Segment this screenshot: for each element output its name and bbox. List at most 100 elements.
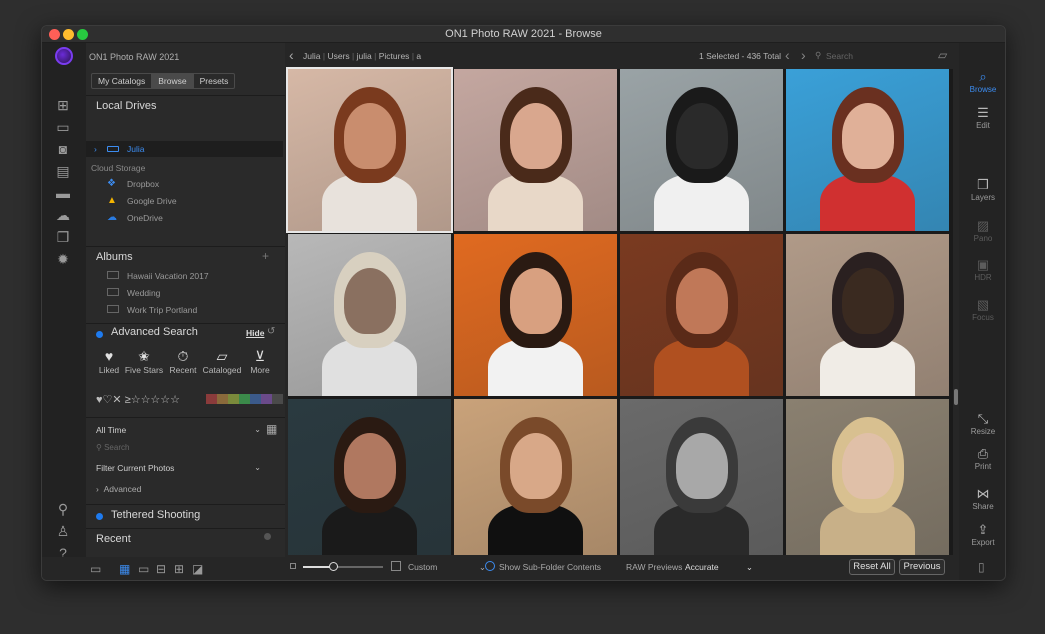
module-hdr[interactable]: ▣ HDR bbox=[959, 257, 1005, 282]
previous-photo-icon[interactable]: ‹ bbox=[785, 47, 790, 63]
previous-button[interactable]: Previous bbox=[899, 559, 945, 575]
display-icon[interactable]: ▭ bbox=[90, 562, 101, 576]
right-panel-toggle-icon[interactable]: ▯ bbox=[978, 560, 985, 574]
album-item[interactable]: Wedding bbox=[86, 285, 283, 301]
breadcrumb-item[interactable]: Users bbox=[327, 51, 349, 61]
subfolder-toggle[interactable] bbox=[485, 561, 495, 571]
add-album-icon[interactable]: + bbox=[262, 249, 269, 263]
module-export[interactable]: ⇪ Export bbox=[959, 522, 1005, 547]
scroll-thumb[interactable] bbox=[954, 389, 958, 405]
add-icon[interactable]: ⊞ bbox=[53, 96, 73, 114]
back-arrow-icon[interactable]: ‹ bbox=[289, 47, 294, 63]
reset-all-button[interactable]: Reset All bbox=[849, 559, 895, 575]
photo-thumbnail[interactable] bbox=[288, 399, 451, 561]
breadcrumb-item[interactable]: a bbox=[416, 51, 421, 61]
lightbulb-icon[interactable]: ✹ bbox=[53, 250, 73, 268]
photo-thumbnail[interactable] bbox=[288, 234, 451, 396]
album-item[interactable]: Hawaii Vacation 2017 bbox=[86, 268, 283, 284]
album-icon bbox=[107, 305, 119, 313]
search-cataloged-button[interactable]: ▱ Cataloged bbox=[201, 347, 243, 375]
color-swatch[interactable] bbox=[250, 394, 261, 404]
module-layers[interactable]: ❒ Layers bbox=[959, 177, 1005, 202]
raw-previews-value: Accurate bbox=[685, 562, 719, 572]
module-resize[interactable]: ⤡ Resize bbox=[959, 411, 1005, 436]
breadcrumb-item[interactable]: julia bbox=[357, 51, 372, 61]
cloud-item-dropbox[interactable]: ❖ Dropbox bbox=[86, 176, 283, 192]
calendar-icon[interactable]: ▦ bbox=[266, 422, 277, 436]
photo-thumbnail[interactable] bbox=[786, 399, 949, 561]
photo-thumbnail[interactable] bbox=[620, 69, 783, 231]
albums-icon[interactable]: ❐ bbox=[53, 228, 73, 246]
compare-view-icon[interactable]: ⊞ bbox=[174, 562, 184, 576]
search-recent-button[interactable]: ⏱ Recent bbox=[165, 347, 201, 375]
cloud-icon[interactable]: ☁ bbox=[53, 206, 73, 224]
cloud-item-google-drive[interactable]: ▲ Google Drive bbox=[86, 193, 283, 209]
tethered-shooting-title[interactable]: Tethered Shooting bbox=[111, 509, 200, 521]
raw-previews-dropdown[interactable]: Accurate ⌄ bbox=[685, 562, 753, 572]
detail-view-icon[interactable]: ▭ bbox=[138, 562, 149, 576]
map-view-icon[interactable]: ◪ bbox=[192, 562, 203, 576]
photo-thumbnail[interactable] bbox=[620, 234, 783, 396]
camera-icon[interactable]: ◙ bbox=[53, 140, 73, 158]
next-photo-icon[interactable]: › bbox=[801, 47, 806, 63]
cloud-item-onedrive[interactable]: ☁ OneDrive bbox=[86, 210, 283, 226]
photo-thumbnail[interactable] bbox=[786, 234, 949, 396]
drive-icon[interactable]: ▬ bbox=[53, 184, 73, 202]
module-browse[interactable]: ⌕ Browse bbox=[959, 69, 1005, 94]
advanced-expander[interactable]: › Advanced bbox=[96, 484, 141, 494]
color-swatch[interactable] bbox=[217, 394, 228, 404]
rating-filter[interactable]: ♥♡✕ ≥☆☆☆☆☆ bbox=[96, 393, 180, 406]
tethered-dot bbox=[96, 513, 103, 520]
breadcrumb-item[interactable]: Pictures bbox=[379, 51, 410, 61]
folder-search-icon[interactable]: ▤ bbox=[53, 162, 73, 180]
monitor-icon[interactable]: ▭ bbox=[53, 118, 73, 136]
photo-thumbnail[interactable] bbox=[620, 399, 783, 561]
photo-thumbnail[interactable] bbox=[786, 69, 949, 231]
thumbnail-size-slider[interactable] bbox=[303, 562, 383, 571]
recent-title[interactable]: Recent bbox=[96, 533, 131, 545]
color-swatch[interactable] bbox=[272, 394, 283, 404]
module-pano[interactable]: ▨ Pano bbox=[959, 218, 1005, 243]
tethered-camera-icon[interactable]: ⚲ bbox=[53, 500, 73, 518]
search-liked-button[interactable]: ♥ Liked bbox=[91, 347, 127, 375]
photo-thumbnail[interactable] bbox=[454, 399, 617, 561]
module-label: Export bbox=[971, 538, 995, 547]
slider-handle[interactable] bbox=[329, 562, 338, 571]
hide-button[interactable]: Hide bbox=[246, 328, 264, 338]
color-swatch[interactable] bbox=[261, 394, 272, 404]
filmstrip-view-icon[interactable]: ⊟ bbox=[156, 562, 166, 576]
breadcrumb-item[interactable]: Julia bbox=[303, 51, 320, 61]
color-swatch[interactable] bbox=[239, 394, 250, 404]
color-label-filter[interactable] bbox=[206, 394, 283, 404]
time-filter-dropdown[interactable]: All Time ⌄ bbox=[96, 425, 261, 435]
album-item[interactable]: Work Trip Portland bbox=[86, 302, 283, 318]
tab-presets[interactable]: Presets bbox=[194, 74, 235, 88]
module-focus[interactable]: ▧ Focus bbox=[959, 297, 1005, 322]
photo-thumbnail[interactable] bbox=[286, 67, 453, 233]
album-icon bbox=[107, 288, 119, 296]
person-icon[interactable]: ♙ bbox=[53, 522, 73, 540]
chevron-right-icon[interactable]: › bbox=[94, 141, 97, 157]
grid-view-icon[interactable]: ▦ bbox=[119, 562, 130, 576]
tab-my-catalogs[interactable]: My Catalogs bbox=[92, 74, 153, 88]
photo-thumbnail[interactable] bbox=[454, 69, 617, 231]
toolbar-search-input[interactable]: Search bbox=[826, 51, 926, 61]
search-five-stars-button[interactable]: ✬ Five Stars bbox=[123, 347, 165, 375]
selection-status: 1 Selected - 436 Total bbox=[699, 51, 782, 61]
module-share[interactable]: ⋈ Share bbox=[959, 486, 1005, 511]
module-rail: ⌕ Browse ☰ Edit ❒ Layers ▨ Pano ▣ HDR ▧ Focus ⤡ Resiz… bbox=[959, 43, 1005, 580]
drive-item-julia[interactable]: › Julia bbox=[86, 141, 283, 157]
module-print[interactable]: ⎙ Print bbox=[959, 446, 1005, 471]
color-swatch[interactable] bbox=[228, 394, 239, 404]
filter-current-photos-dropdown[interactable]: Filter Current Photos ⌄ bbox=[96, 463, 261, 473]
photo-thumbnail[interactable] bbox=[454, 234, 617, 396]
folder-icon[interactable]: ▱ bbox=[938, 48, 947, 62]
search-more-button[interactable]: ⊻ More bbox=[242, 347, 278, 375]
reset-search-icon[interactable]: ↺ bbox=[267, 326, 275, 337]
search-input[interactable]: ⚲ Search bbox=[96, 443, 266, 455]
recent-clear-icon[interactable] bbox=[264, 533, 271, 540]
color-swatch[interactable] bbox=[206, 394, 217, 404]
tab-browse[interactable]: Browse bbox=[152, 74, 194, 88]
size-dropdown[interactable]: Custom ⌄ bbox=[408, 562, 486, 572]
module-edit[interactable]: ☰ Edit bbox=[959, 105, 1005, 130]
